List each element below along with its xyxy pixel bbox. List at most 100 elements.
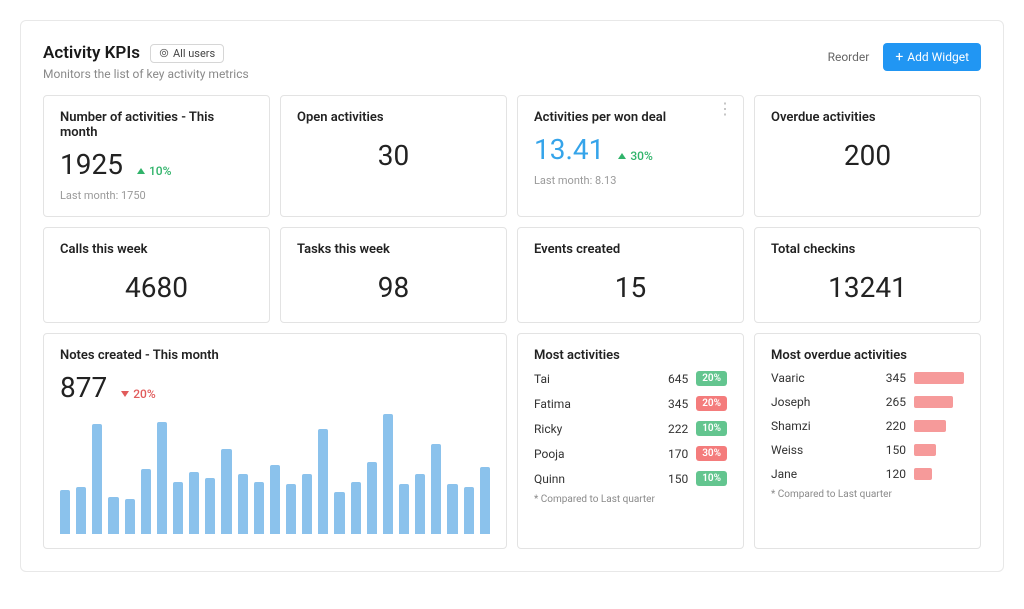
card-title: Total checkins (771, 242, 964, 257)
list-item: Pooja 170 30% (534, 446, 727, 461)
card-title: Overdue activities (771, 110, 964, 125)
kpi-center: 200 (771, 133, 964, 176)
plus-icon: + (895, 50, 903, 64)
kpi-card: Total checkins13241 (754, 227, 981, 323)
list-name: Joseph (771, 395, 866, 409)
kpi-value: 30 (378, 139, 409, 172)
list-item: Shamzi 220 (771, 419, 964, 433)
card-title: Tasks this week (297, 242, 490, 257)
bar-outer (914, 372, 964, 384)
page-title: Activity KPIs (43, 43, 140, 63)
kpi-value: 877 (60, 371, 107, 404)
triangle-up-icon (137, 168, 145, 174)
kpi-card: Calls this week4680 (43, 227, 270, 323)
percent-pill: 20% (696, 371, 727, 386)
chart-bar (238, 474, 248, 534)
chart-bar (254, 482, 264, 535)
list-name: Shamzi (771, 419, 866, 433)
kpi-value: 98 (378, 271, 409, 304)
bar-outer (914, 396, 964, 408)
card-title: Number of activities - This month (60, 110, 253, 140)
card-title: Notes created - This month (60, 348, 490, 363)
cards-grid: Number of activities - This month 1925 1… (43, 95, 981, 549)
bar-inner (914, 444, 936, 456)
list-item: Tai 645 20% (534, 371, 727, 386)
chart-bar (189, 472, 199, 535)
chart-bar (464, 487, 474, 535)
add-widget-button[interactable]: + Add Widget (883, 43, 981, 71)
notes-created-card: Notes created - This month 877 20% (43, 333, 507, 549)
kpi-row: 13.41 30% (534, 133, 727, 166)
bar-inner (914, 420, 946, 432)
list-name: Tai (534, 372, 648, 386)
target-icon (159, 48, 169, 58)
card-menu-icon[interactable]: ⋮ (717, 106, 733, 112)
notes-bar-chart (60, 414, 490, 534)
delta-indicator: 20% (121, 387, 155, 401)
header: Activity KPIs All users Monitors the lis… (43, 43, 981, 81)
kpi-card: Tasks this week 98 (280, 227, 507, 323)
chart-bar (447, 484, 457, 534)
chart-bar (302, 474, 312, 534)
kpi-center: 30 (297, 133, 490, 176)
filter-all-users[interactable]: All users (150, 44, 224, 63)
kpi-value: 15 (615, 271, 646, 304)
card-title: Events created (534, 242, 727, 257)
chart-bar (157, 422, 167, 535)
list-value: 220 (866, 419, 906, 433)
list-name: Quinn (534, 472, 648, 486)
triangle-up-icon (618, 153, 626, 159)
chart-bar (141, 469, 151, 534)
chart-bar (383, 414, 393, 534)
list-name: Weiss (771, 443, 866, 457)
list-item: Jane 120 (771, 467, 964, 481)
list-value: 265 (866, 395, 906, 409)
most-overdue-card: Most overdue activities Vaaric 345 Josep… (754, 333, 981, 549)
triangle-down-icon (121, 391, 129, 397)
percent-pill: 30% (696, 446, 727, 461)
card-title: Most overdue activities (771, 348, 964, 363)
kpi-subtext: Last month: 8.13 (534, 174, 727, 187)
list-item: Weiss 150 (771, 443, 964, 457)
chart-bar (351, 482, 361, 535)
card-title: Open activities (297, 110, 490, 125)
delta-value: 30% (630, 149, 652, 163)
kpi-card: Overdue activities 200 (754, 95, 981, 217)
chart-bar (318, 429, 328, 534)
chart-bar (431, 444, 441, 534)
kpi-row: 877 20% (60, 371, 490, 404)
card-title: Activities per won deal (534, 110, 727, 125)
header-right: Reorder + Add Widget (828, 43, 981, 71)
percent-pill: 10% (696, 421, 727, 436)
add-widget-label: Add Widget (907, 50, 969, 64)
list-item: Fatima 345 20% (534, 396, 727, 411)
delta-value: 20% (133, 387, 155, 401)
list-value: 645 (648, 372, 688, 386)
kpi-value: 13.41 (534, 133, 604, 166)
chart-bar (334, 492, 344, 535)
list-body: Tai 645 20% Fatima 345 20% Ricky 222 10% Po… (534, 371, 727, 486)
kpi-card: Events created 15 (517, 227, 744, 323)
kpi-center: 15 (534, 265, 727, 308)
list-name: Pooja (534, 447, 648, 461)
card-title: Most activities (534, 348, 727, 363)
reorder-link[interactable]: Reorder (828, 50, 870, 64)
delta-value: 10% (149, 164, 171, 178)
kpi-center: 98 (297, 265, 490, 308)
list-value: 222 (648, 422, 688, 436)
bar-inner (914, 468, 932, 480)
percent-pill: 10% (696, 471, 727, 486)
list-item: Joseph 265 (771, 395, 964, 409)
delta-indicator: 10% (137, 164, 171, 178)
chart-bar (367, 462, 377, 535)
kpi-row: 1925 10% (60, 148, 253, 181)
header-left: Activity KPIs All users Monitors the lis… (43, 43, 249, 81)
delta-indicator: 30% (618, 149, 652, 163)
kpi-subtext: Last month: 1750 (60, 189, 253, 202)
kpi-value: 4680 (125, 271, 188, 304)
list-item: Vaaric 345 (771, 371, 964, 385)
list-value: 345 (648, 397, 688, 411)
list-name: Ricky (534, 422, 648, 436)
chart-bar (125, 499, 135, 534)
list-value: 120 (866, 467, 906, 481)
